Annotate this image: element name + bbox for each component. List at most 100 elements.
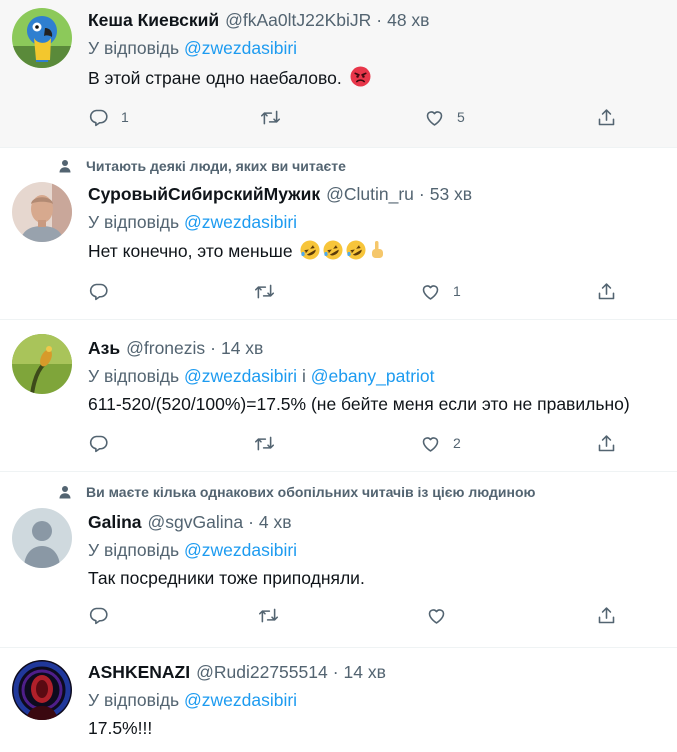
avatar[interactable]: [12, 182, 72, 242]
reply-prefix: У відповідь: [88, 540, 180, 560]
social-context: Читають деякі люди, яких ви читаєте: [58, 158, 346, 174]
retweet-icon: [260, 107, 281, 128]
user-handle[interactable]: @Rudi22755514: [196, 662, 328, 683]
timestamp[interactable]: 48 хв: [387, 10, 429, 31]
avatar[interactable]: [12, 8, 72, 68]
tweet-actions: 1: [88, 280, 628, 302]
heart-icon: [420, 433, 441, 454]
tweet[interactable]: ASHKENAZI @Rudi22755514 · 14 хв У відпов…: [0, 648, 677, 752]
tweet-text-content: Нет конечно, это меньше: [88, 241, 293, 261]
share-button[interactable]: [596, 432, 617, 454]
tweet-text-content: В этой стране одно наебалово.: [88, 68, 342, 88]
like-button[interactable]: 2: [420, 432, 461, 454]
display-name[interactable]: Азь: [88, 338, 120, 359]
user-handle[interactable]: @Clutin_ru: [326, 184, 414, 205]
social-context-text: Ви маєте кілька однакових обопільних чит…: [86, 484, 536, 500]
retweet-icon: [254, 433, 275, 454]
reply-context: У відповідь @zwezdasibiri і @ebany_patri…: [88, 366, 435, 387]
heart-icon: [424, 107, 445, 128]
tweet[interactable]: Читають деякі люди, яких ви читаєте Суро…: [0, 148, 677, 320]
retweet-button[interactable]: [254, 432, 275, 454]
tweet-text: Так посредники тоже приподняли.: [88, 568, 365, 589]
reply-button[interactable]: 1: [88, 106, 129, 128]
share-icon: [596, 281, 617, 302]
tweet-actions: 1 5: [88, 106, 628, 128]
display-name[interactable]: ASHKENAZI: [88, 662, 190, 683]
user-handle[interactable]: @fronezis: [126, 338, 205, 359]
timestamp[interactable]: 14 хв: [221, 338, 263, 359]
reply-count: 1: [121, 109, 129, 125]
reply-icon: [88, 433, 109, 454]
reply-button[interactable]: [88, 432, 109, 454]
tweet[interactable]: Азь @fronezis · 14 хв У відповідь @zwezd…: [0, 320, 677, 472]
display-name[interactable]: СуровыйСибирскийМужик: [88, 184, 320, 205]
rofl-face-icon: [323, 240, 343, 265]
social-context-text: Читають деякі люди, яких ви читаєте: [86, 158, 346, 174]
reply-context: У відповідь @zwezdasibiri: [88, 38, 297, 59]
separator-dot: ·: [418, 184, 425, 204]
share-icon: [596, 433, 617, 454]
timestamp[interactable]: 14 хв: [344, 662, 386, 683]
avatar[interactable]: [12, 660, 72, 720]
tweet-text-content: 611-520/(520/100%)=17.5% (не бейте меня …: [88, 394, 630, 414]
tweet-actions: [88, 604, 628, 626]
reply-prefix: У відповідь: [88, 212, 180, 232]
reply-button[interactable]: [88, 280, 109, 302]
user-handle[interactable]: @fkAa0ltJ22KbiJR: [225, 10, 371, 31]
reply-context: У відповідь @zwezdasibiri: [88, 212, 297, 233]
like-button[interactable]: 5: [424, 106, 465, 128]
tweet-text-content: 17.5%!!!: [88, 718, 153, 738]
reply-mention-link[interactable]: @zwezdasibiri: [184, 366, 297, 386]
tweet-feed: Кеша Киевский @fkAa0ltJ22KbiJR · 48 хв У…: [0, 0, 677, 752]
share-icon: [596, 605, 617, 626]
share-button[interactable]: [596, 280, 617, 302]
like-count: 1: [453, 283, 461, 299]
reply-mention-link[interactable]: @zwezdasibiri: [184, 212, 297, 232]
reply-mention-link[interactable]: @zwezdasibiri: [184, 38, 297, 58]
pointing-up-hand-icon: [369, 240, 385, 265]
retweet-button[interactable]: [258, 604, 279, 626]
reply-icon: [88, 107, 109, 128]
share-button[interactable]: [596, 106, 617, 128]
person-icon: [59, 486, 71, 499]
heart-icon: [420, 281, 441, 302]
share-button[interactable]: [596, 604, 617, 626]
like-count: 5: [457, 109, 465, 125]
social-context: Ви маєте кілька однакових обопільних чит…: [58, 484, 535, 500]
tweet-text-content: Так посредники тоже приподняли.: [88, 568, 365, 588]
reply-mention-link[interactable]: @zwezdasibiri: [184, 540, 297, 560]
rofl-face-icon: [300, 240, 320, 265]
display-name[interactable]: Кеша Киевский: [88, 10, 219, 31]
timestamp[interactable]: 53 хв: [430, 184, 472, 205]
separator-dot: ·: [376, 10, 383, 30]
reply-context: У відповідь @zwezdasibiri: [88, 540, 297, 561]
angry-face-icon: [350, 66, 371, 92]
avatar[interactable]: [12, 508, 72, 568]
tweet-text: Нет конечно, это меньше: [88, 240, 385, 265]
reply-joiner: і: [301, 366, 306, 386]
share-icon: [596, 107, 617, 128]
retweet-button[interactable]: [260, 106, 281, 128]
heart-icon: [426, 605, 447, 626]
like-button[interactable]: 1: [420, 280, 461, 302]
separator-dot: ·: [210, 338, 216, 358]
avatar[interactable]: [12, 334, 72, 394]
reply-prefix: У відповідь: [88, 38, 180, 58]
user-handle[interactable]: @sgvGalina: [148, 512, 244, 533]
separator-dot: ·: [332, 662, 339, 682]
timestamp[interactable]: 4 хв: [259, 512, 292, 533]
reply-mention-link-2[interactable]: @ebany_patriot: [311, 366, 435, 386]
tweet-text: 611-520/(520/100%)=17.5% (не бейте меня …: [88, 394, 630, 415]
tweet[interactable]: Кеша Киевский @fkAa0ltJ22KbiJR · 48 хв У…: [0, 0, 677, 148]
retweet-icon: [258, 605, 279, 626]
separator-dot: ·: [248, 512, 254, 532]
like-count: 2: [453, 435, 461, 451]
rofl-face-icon: [346, 240, 366, 265]
tweet[interactable]: Ви маєте кілька однакових обопільних чит…: [0, 472, 677, 648]
retweet-button[interactable]: [254, 280, 275, 302]
reply-mention-link[interactable]: @zwezdasibiri: [184, 690, 297, 710]
retweet-icon: [254, 281, 275, 302]
reply-button[interactable]: [88, 604, 109, 626]
like-button[interactable]: [426, 604, 447, 626]
display-name[interactable]: Galina: [88, 512, 142, 533]
